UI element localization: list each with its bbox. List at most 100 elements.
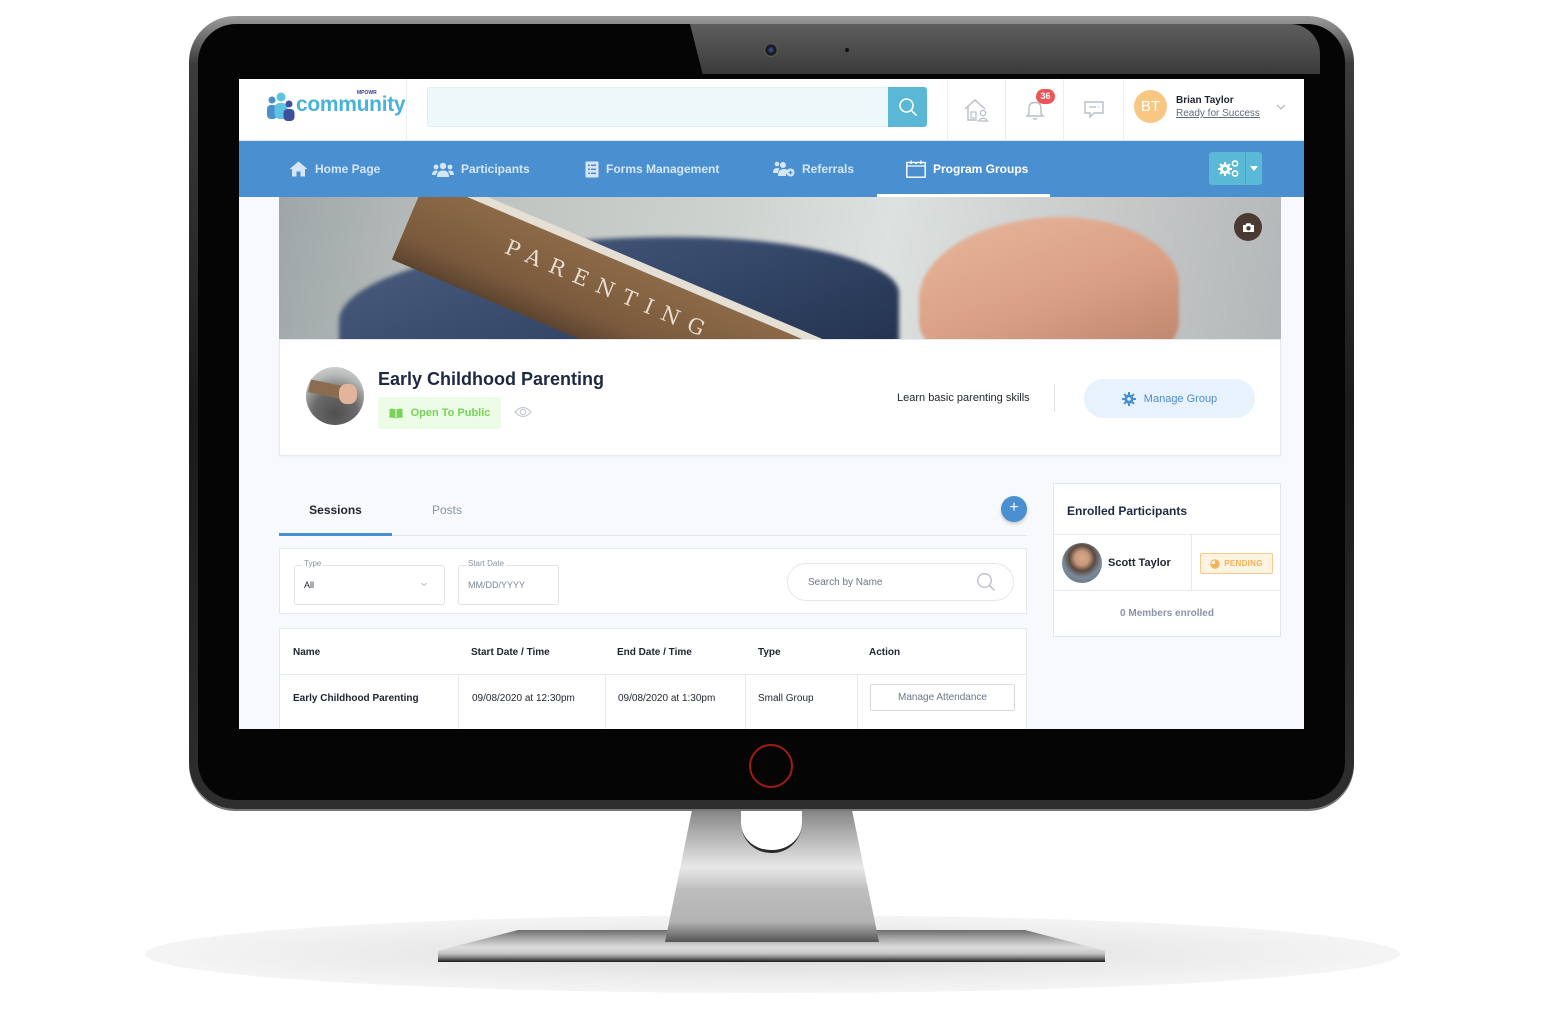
sessions-table: Name Start Date / Time End Date / Time T… [279, 628, 1027, 729]
chat-icon [1083, 101, 1104, 119]
status-badge: PENDING [1200, 553, 1273, 574]
open-book-icon [389, 408, 403, 418]
manage-group-button[interactable]: Manage Group [1084, 379, 1255, 418]
column-divider [745, 675, 746, 729]
nav-label: Program Groups [933, 162, 1029, 176]
caret-down-icon [1250, 166, 1258, 171]
visibility-label: Open To Public [410, 407, 491, 419]
group-title: Early Childhood Parenting [378, 369, 605, 389]
column-header-action: Action [869, 647, 901, 658]
nav-label: Participants [461, 162, 530, 176]
start-date-input[interactable]: Start Date MM/DD/YYYY [458, 559, 559, 605]
add-session-button[interactable]: + [1001, 496, 1027, 522]
members-enrolled-count: 0 Members enrolled [1120, 608, 1214, 619]
participant-avatar [1062, 543, 1102, 583]
nav-label: Forms Management [606, 162, 720, 176]
enrolled-title: Enrolled Participants [1067, 504, 1188, 518]
logo[interactable]: MPOWR community [239, 79, 407, 141]
tab-sessions[interactable]: Sessions [279, 492, 392, 536]
webcam-icon [764, 43, 778, 57]
column-header-end[interactable]: End Date / Time [617, 647, 692, 658]
group-cover-image: PARENTING TRIPP [279, 197, 1281, 339]
participant-row[interactable]: Scott Taylor PENDING [1054, 534, 1280, 591]
clock-icon [1210, 558, 1220, 569]
notifications-button[interactable]: 36 [1005, 79, 1063, 141]
notification-count-badge: 36 [1036, 89, 1055, 104]
type-value: All [304, 580, 315, 590]
search-icon [977, 573, 995, 591]
column-header-name[interactable]: Name [293, 647, 320, 658]
name-search-input[interactable]: Search by Name [787, 563, 1014, 601]
session-end: 09/08/2020 at 1:30pm [618, 693, 716, 704]
session-name: Early Childhood Parenting [293, 693, 419, 704]
name-search-placeholder: Search by Name [808, 577, 883, 588]
nav-label: Home Page [315, 162, 381, 176]
enrolled-participants-card: Enrolled Participants Scott Taylor PENDI… [1053, 483, 1281, 637]
power-button-icon [749, 744, 793, 788]
column-header-start[interactable]: Start Date / Time [471, 647, 550, 658]
logo-text: community [296, 93, 406, 116]
visibility-badge: Open To Public [378, 397, 501, 429]
tab-posts[interactable]: Posts [392, 492, 502, 536]
calendar-icon [906, 160, 926, 178]
user-name: Brian Taylor [1176, 95, 1234, 106]
main-nav: Home Page Participants Forms Management [239, 141, 1304, 197]
participant-name: Scott Taylor [1108, 557, 1171, 569]
nav-referrals[interactable]: Referrals [773, 141, 854, 197]
start-date-label: Start Date [466, 559, 507, 568]
nav-home-page[interactable]: Home Page [289, 141, 380, 197]
session-type: Small Group [758, 693, 814, 704]
light-sensor [845, 48, 849, 52]
type-label: Type [302, 559, 324, 568]
group-avatar [306, 367, 364, 425]
manage-attendance-button[interactable]: Manage Attendance [870, 684, 1015, 711]
chevron-down-icon[interactable] [1274, 100, 1288, 114]
plus-icon: + [1009, 499, 1019, 516]
logo-people-icon [267, 92, 295, 121]
column-divider [458, 675, 459, 729]
start-date-placeholder: MM/DD/YYYY [468, 580, 526, 590]
type-select[interactable]: Type All [294, 559, 445, 605]
chevron-down-icon [421, 582, 427, 587]
settings-dropdown-button[interactable] [1209, 152, 1262, 185]
manage-group-label: Manage Group [1143, 392, 1218, 405]
divider [1191, 535, 1192, 590]
global-search-button[interactable] [888, 87, 927, 127]
nav-forms-management[interactable]: Forms Management [585, 141, 719, 197]
top-header: MPOWR community 36 BT Brian Taylor Ready… [239, 79, 1304, 141]
user-status-link[interactable]: Ready for Success [1176, 108, 1262, 119]
group-info-card: Early Childhood Parenting Open To Public… [279, 339, 1281, 456]
search-icon [898, 98, 917, 116]
eye-icon[interactable] [514, 406, 532, 418]
table-header: Name Start Date / Time End Date / Time T… [280, 629, 1026, 675]
column-header-type[interactable]: Type [758, 647, 781, 658]
gears-icon [1218, 160, 1239, 177]
gear-icon [1121, 391, 1136, 406]
users-icon [432, 162, 454, 177]
column-divider [605, 675, 606, 729]
content-tabs: Sessions Posts [279, 492, 1027, 536]
messages-button[interactable] [1063, 79, 1123, 141]
nav-program-groups[interactable]: Program Groups [906, 141, 1028, 197]
referrals-icon [773, 161, 795, 177]
divider [1054, 384, 1055, 412]
monitor-bezel-gloss [690, 24, 1320, 74]
house-person-icon [964, 99, 989, 122]
session-start: 09/08/2020 at 12:30pm [472, 693, 575, 704]
camera-icon [1242, 222, 1254, 232]
forms-icon [585, 161, 599, 177]
group-description: Learn basic parenting skills [897, 392, 1030, 404]
change-cover-button[interactable] [1234, 213, 1262, 241]
app-screen: MPOWR community 36 BT Brian Taylor Ready… [239, 79, 1304, 729]
cover-image-hand [919, 217, 1179, 339]
household-button[interactable] [947, 79, 1005, 141]
nav-participants[interactable]: Participants [432, 141, 530, 197]
home-icon [289, 161, 308, 177]
status-label: PENDING [1224, 559, 1263, 568]
user-menu[interactable]: BT Brian Taylor Ready for Success [1123, 79, 1304, 141]
settings-divider [1245, 152, 1246, 185]
nav-label: Referrals [802, 162, 855, 176]
user-avatar: BT [1134, 90, 1167, 123]
column-divider [857, 675, 858, 729]
global-search-input[interactable] [427, 87, 889, 127]
